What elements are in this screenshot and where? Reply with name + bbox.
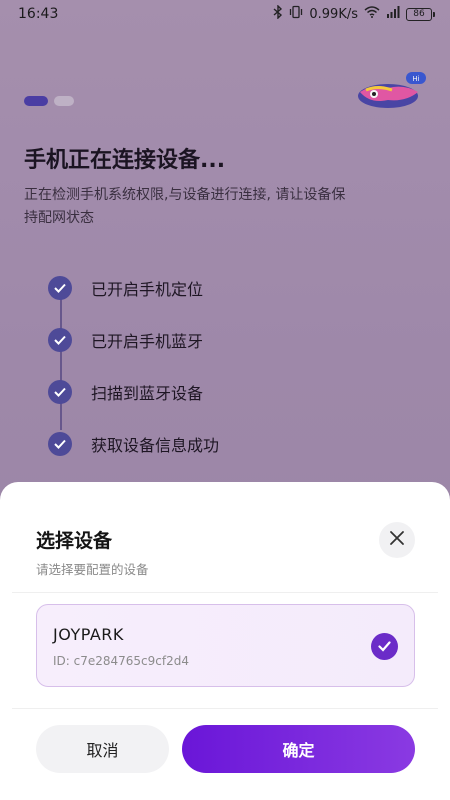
device-id: ID: c7e284765c9cf2d4 <box>53 654 190 668</box>
check-icon <box>48 380 72 404</box>
divider <box>12 592 438 593</box>
close-icon <box>389 530 405 550</box>
sheet-title: 选择设备 <box>36 530 113 552</box>
divider <box>12 708 438 709</box>
sheet-subtitle: 请选择要配置的设备 <box>36 562 149 577</box>
check-icon <box>48 328 72 352</box>
close-button[interactable] <box>379 522 415 558</box>
device-name: JOYPARK <box>53 625 124 644</box>
selected-check-icon <box>371 633 398 660</box>
check-icon <box>48 276 72 300</box>
check-icon <box>48 432 72 456</box>
device-option-joypark[interactable]: JOYPARK ID: c7e284765c9cf2d4 <box>36 604 415 687</box>
cancel-button[interactable]: 取消 <box>36 725 169 773</box>
confirm-button[interactable]: 确定 <box>182 725 415 773</box>
select-device-sheet: 选择设备 请选择要配置的设备 JOYPARK ID: c7e284765c9cf… <box>0 482 450 800</box>
